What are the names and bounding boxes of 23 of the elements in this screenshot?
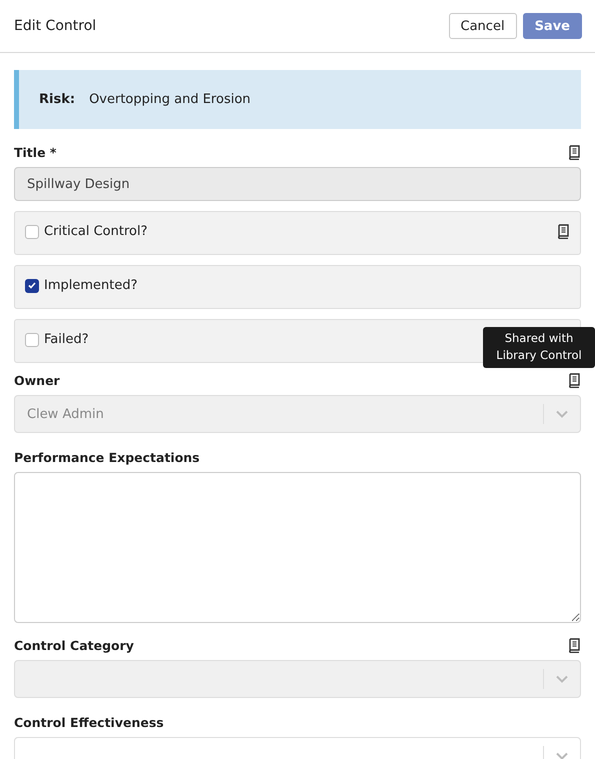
checkbox[interactable] xyxy=(25,224,39,238)
select-value: Clew Admin xyxy=(26,406,105,422)
dialog-title: Edit Control xyxy=(14,18,96,34)
cancel-button[interactable]: Cancel xyxy=(448,13,517,39)
checkbox-label: Implemented? xyxy=(44,278,138,293)
checkmark-icon xyxy=(28,282,36,289)
checkbox-label: Critical Control? xyxy=(44,224,148,239)
risk-value: Overtopping and Erosion xyxy=(89,92,251,107)
field-label: Performance Expectations xyxy=(14,450,200,465)
chevron-down-icon xyxy=(556,675,568,683)
checkbox-label: Failed? xyxy=(44,332,89,347)
field-label: Control Effectiveness xyxy=(14,715,164,730)
field-label: Owner xyxy=(14,373,60,388)
checkbox[interactable] xyxy=(25,278,39,292)
save-button[interactable]: Save xyxy=(522,13,582,39)
risk-label: Risk: xyxy=(39,92,76,107)
tooltip: Shared with Library Control xyxy=(483,327,595,368)
chevron-down-icon xyxy=(556,410,568,418)
checkbox[interactable] xyxy=(25,332,39,346)
book-icon[interactable] xyxy=(557,224,570,239)
chevron-down-icon xyxy=(556,752,568,759)
field-label: Control Category xyxy=(14,638,134,653)
field-label: Title * xyxy=(14,145,56,160)
